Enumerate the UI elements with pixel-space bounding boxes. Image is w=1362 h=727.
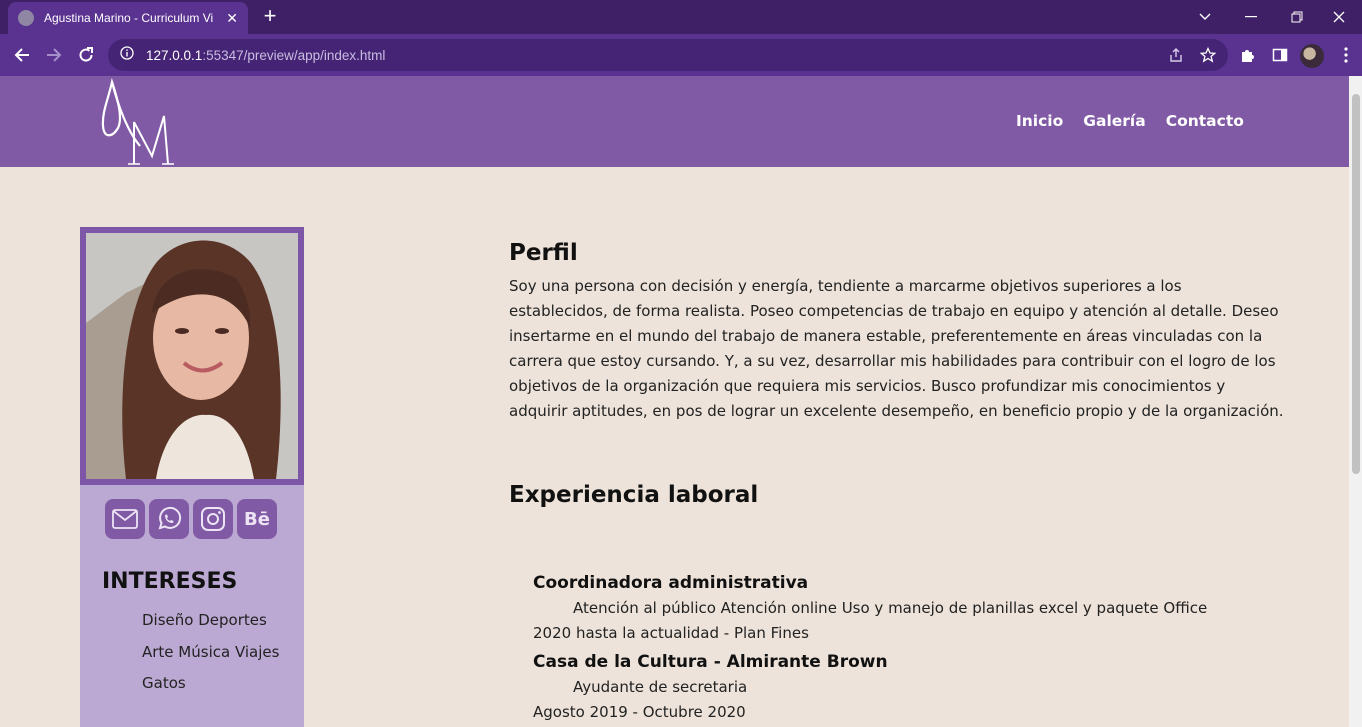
kebab-menu-icon[interactable]	[1334, 43, 1358, 67]
page-scrollbar[interactable]	[1349, 76, 1362, 727]
intereses-title: INTERESES	[102, 569, 238, 594]
share-icon[interactable]	[1164, 43, 1188, 67]
job-period: 2020 hasta la actualidad - Plan Fines	[533, 624, 809, 642]
nav-galeria[interactable]: Galería	[1083, 112, 1145, 130]
scrollbar-thumb[interactable]	[1352, 94, 1360, 474]
perfil-heading: Perfil	[509, 240, 578, 266]
list-item: Arte Música Viajes	[142, 642, 280, 661]
job-period: Agosto 2019 - Octubre 2020	[533, 703, 746, 721]
profile-photo	[80, 227, 304, 485]
url-text: 127.0.0.1:55347/preview/app/index.html	[146, 47, 386, 63]
social-links: Bē	[105, 499, 277, 539]
profile-avatar[interactable]	[1300, 44, 1324, 68]
list-item: Gatos	[142, 674, 186, 692]
side-panel-icon[interactable]	[1268, 43, 1292, 67]
close-window-button[interactable]	[1316, 0, 1362, 34]
bookmark-star-icon[interactable]	[1196, 43, 1220, 67]
new-tab-button[interactable]: +	[258, 5, 282, 29]
browser-toolbar: 127.0.0.1:55347/preview/app/index.html	[0, 34, 1362, 76]
nav-contacto[interactable]: Contacto	[1166, 112, 1244, 130]
extensions-puzzle-icon[interactable]	[1236, 43, 1260, 67]
job-description: Atención al público Atención online Uso …	[573, 599, 1208, 617]
whatsapp-icon[interactable]	[149, 499, 189, 539]
job-title: Coordinadora administrativa	[533, 573, 809, 593]
perfil-text: Soy una persona con decisión y energía, …	[509, 277, 1284, 420]
browser-tab[interactable]: Agustina Marino - Curriculum Vi ✕	[8, 2, 248, 34]
instagram-icon[interactable]	[193, 499, 233, 539]
info-icon[interactable]	[120, 45, 134, 65]
site-header: Inicio Galería Contacto	[0, 76, 1349, 167]
experiencia-heading: Experiencia laboral	[509, 482, 759, 508]
job-description: Ayudante de secretaria	[573, 678, 748, 696]
sidebar: Bē INTERESES Diseño Deportes Arte Música…	[80, 227, 304, 727]
main-nav: Inicio Galería Contacto	[1016, 112, 1244, 130]
job-title: Casa de la Cultura - Almirante Brown	[533, 652, 888, 672]
list-item: Diseño Deportes	[142, 611, 267, 629]
intereses-list: Diseño Deportes Arte Música Viajes Gatos	[142, 607, 279, 702]
back-arrow-icon[interactable]	[10, 43, 34, 67]
behance-label: Bē	[244, 508, 270, 530]
page-viewport: Inicio Galería Contacto Bē INTERESES Dis…	[0, 76, 1349, 727]
tab-search-chevron-icon[interactable]	[1182, 0, 1228, 34]
am-logo[interactable]	[98, 76, 178, 167]
browser-titlebar: Agustina Marino - Curriculum Vi ✕ +	[0, 0, 1362, 34]
tab-title: Agustina Marino - Curriculum Vi	[44, 11, 214, 25]
mail-icon[interactable]	[105, 499, 145, 539]
restore-button[interactable]	[1274, 0, 1320, 34]
reload-icon[interactable]	[74, 43, 98, 67]
minimize-button[interactable]	[1228, 0, 1274, 34]
close-tab-icon[interactable]: ✕	[226, 10, 238, 27]
behance-icon[interactable]: Bē	[237, 499, 277, 539]
address-bar[interactable]: 127.0.0.1:55347/preview/app/index.html	[108, 39, 1228, 71]
job-entry: Coordinadora administrativa Atención al …	[533, 572, 1293, 646]
job-entry: Casa de la Cultura - Almirante Brown Ayu…	[533, 651, 1293, 725]
globe-icon	[18, 10, 34, 26]
forward-arrow-icon[interactable]	[42, 43, 66, 67]
nav-inicio[interactable]: Inicio	[1016, 112, 1063, 130]
